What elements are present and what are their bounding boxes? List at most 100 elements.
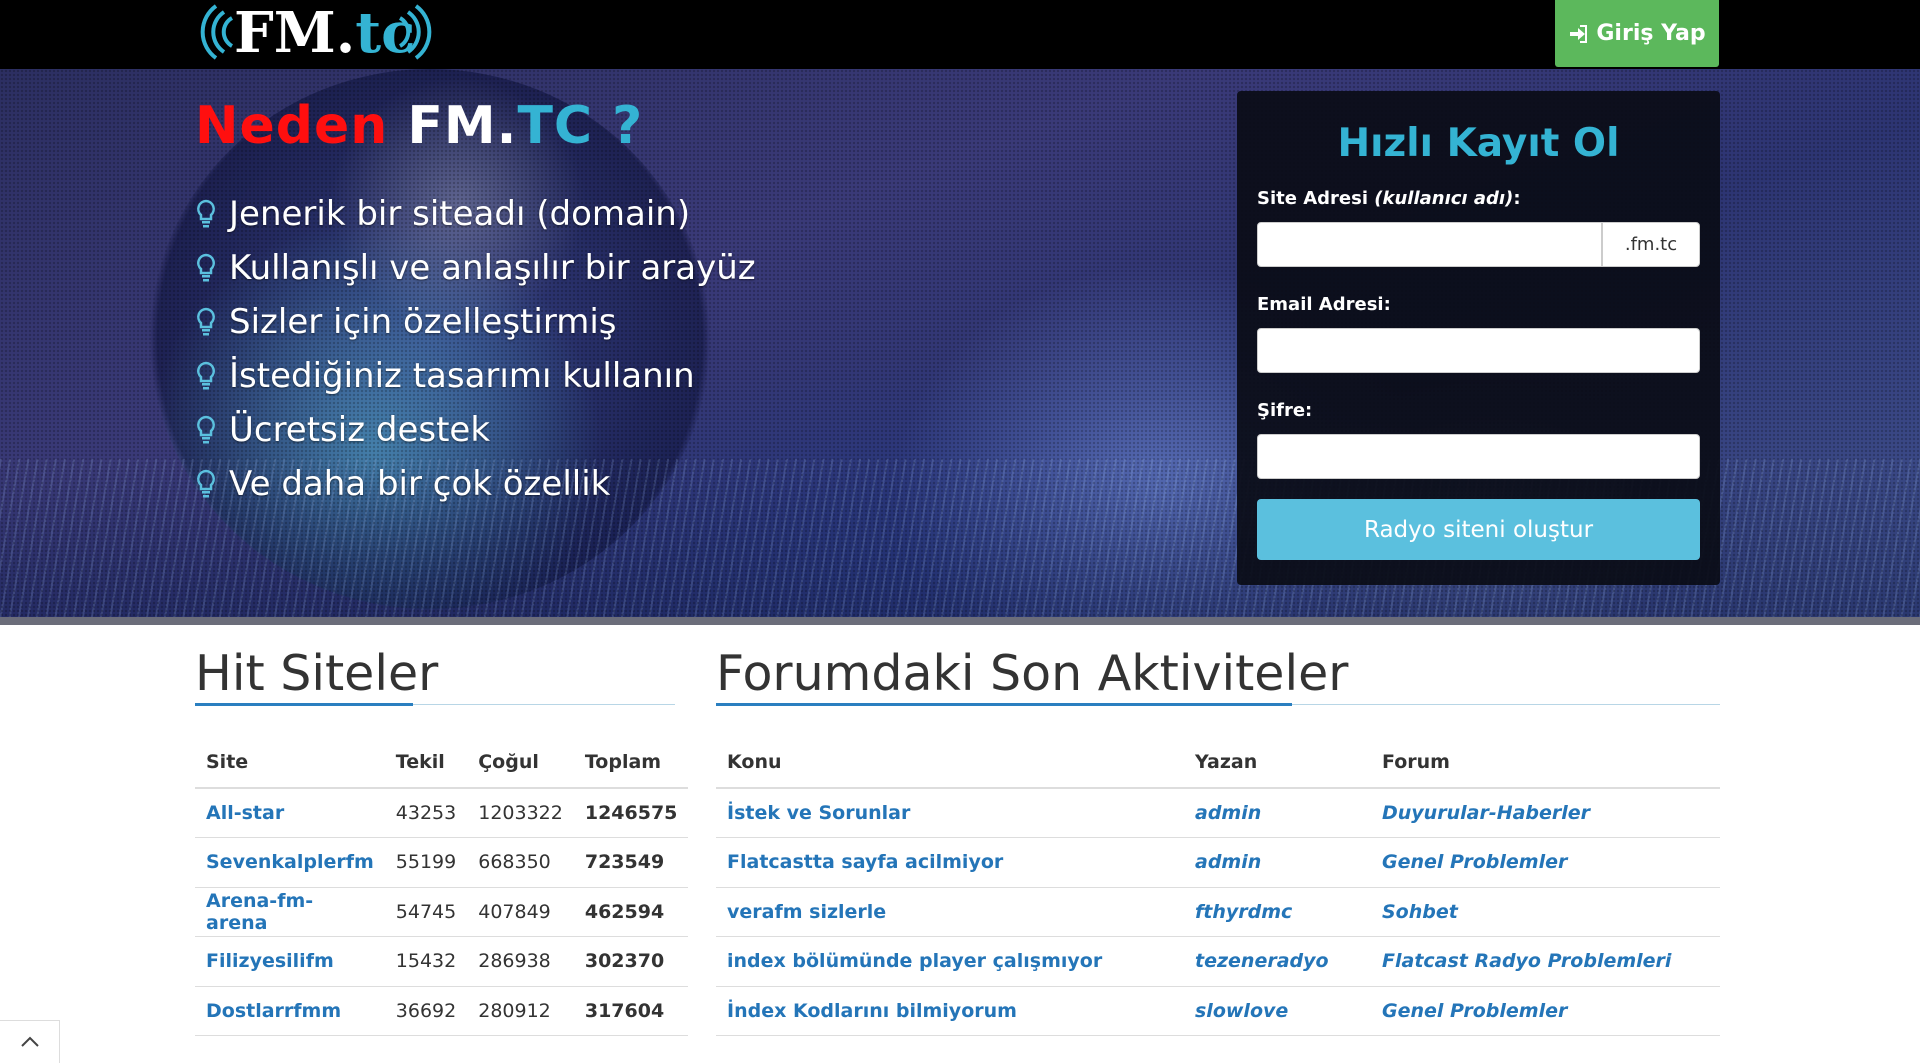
forum-link[interactable]: Duyurular-Haberler	[1382, 802, 1590, 824]
tekil-cell: 43253	[384, 788, 468, 838]
table-row: İndex Kodlarını bilmiyorum slowlove Gene…	[716, 986, 1720, 1036]
feature-item: Ve daha bir çok özellik	[195, 457, 756, 511]
site-suffix-addon: .fm.tc	[1602, 222, 1700, 267]
topic-link[interactable]: index bölümünde player çalışmıyor	[727, 950, 1102, 972]
author-link[interactable]: admin	[1195, 851, 1261, 873]
forum-link[interactable]: Flatcast Radyo Problemleri	[1382, 950, 1671, 972]
cogul-cell: 668350	[467, 837, 574, 888]
hit-sites-title: Hit Siteler	[195, 645, 439, 702]
feature-item: Ücretsiz destek	[195, 403, 756, 457]
column-header-cogul: Çoğul	[467, 737, 574, 789]
password-label: Şifre:	[1257, 400, 1313, 421]
tekil-cell: 15432	[384, 936, 468, 987]
hit-sites-accent	[195, 703, 413, 706]
cogul-cell: 280912	[467, 986, 574, 1036]
lightbulb-icon	[197, 307, 215, 336]
tekil-cell: 55199	[384, 837, 468, 888]
scroll-to-top-button[interactable]	[0, 1020, 60, 1063]
forum-activity-title: Forumdaki Son Aktiviteler	[716, 645, 1349, 702]
toplam-cell: 462594	[573, 887, 689, 937]
site-link[interactable]: Arena-fm-arena	[206, 890, 313, 934]
logo-text: FM.tc	[234, 0, 416, 66]
lightbulb-icon	[197, 253, 215, 282]
author-link[interactable]: fthyrdmc	[1195, 901, 1292, 923]
table-row: index bölümünde player çalışmıyor tezene…	[716, 936, 1720, 987]
site-address-label: Site Adresi (kullanıcı adı):	[1257, 188, 1521, 209]
quick-register-panel: Hızlı Kayıt Ol Site Adresi (kullanıcı ad…	[1237, 91, 1720, 585]
headline-word-neden: Neden	[195, 96, 389, 156]
create-radio-site-button[interactable]: Radyo siteni oluştur	[1257, 499, 1700, 560]
headline-word-fm: FM.	[407, 96, 518, 156]
author-link[interactable]: tezeneradyo	[1195, 950, 1329, 972]
forum-link[interactable]: Genel Problemler	[1382, 851, 1567, 873]
password-input[interactable]	[1257, 434, 1700, 479]
lightbulb-icon	[197, 199, 215, 228]
lightbulb-icon	[197, 469, 215, 498]
column-header-toplam: Toplam	[573, 737, 689, 789]
topic-link[interactable]: Flatcastta sayfa acilmiyor	[727, 851, 1003, 873]
feature-text: Jenerik bir siteadı (domain)	[229, 194, 691, 234]
tekil-cell: 36692	[384, 986, 468, 1036]
topic-link[interactable]: verafm sizlerle	[727, 901, 886, 923]
register-title: Hızlı Kayıt Ol	[1337, 121, 1620, 166]
table-row: Filizyesilifm 15432 286938 302370	[195, 936, 689, 987]
topic-link[interactable]: İstek ve Sorunlar	[727, 802, 910, 824]
login-button[interactable]: Giriş Yap	[1555, 0, 1719, 67]
sign-in-icon	[1570, 24, 1588, 43]
site-link[interactable]: Filizyesilifm	[206, 950, 334, 972]
site-link[interactable]: All-star	[206, 802, 284, 824]
toplam-cell: 1246575	[573, 788, 689, 838]
column-header-forum: Forum	[1371, 737, 1720, 789]
feature-item: Kullanışlı ve anlaşılır bir arayüz	[195, 241, 756, 295]
feature-text: Ve daha bir çok özellik	[229, 464, 611, 504]
chevron-up-icon	[20, 1036, 39, 1047]
toplam-cell: 723549	[573, 837, 689, 888]
table-row: Flatcastta sayfa acilmiyor admin Genel P…	[716, 837, 1720, 888]
feature-text: Kullanışlı ve anlaşılır bir arayüz	[229, 248, 756, 288]
author-link[interactable]: admin	[1195, 802, 1261, 824]
table-row: İstek ve Sorunlar admin Duyurular-Haberl…	[716, 788, 1720, 838]
forum-link[interactable]: Sohbet	[1382, 901, 1458, 923]
forum-activity-accent	[716, 703, 1292, 706]
hero-divider	[0, 617, 1920, 625]
toplam-cell: 302370	[573, 936, 689, 987]
lightbulb-icon	[197, 361, 215, 390]
table-row: Sevenkalplerfm 55199 668350 723549	[195, 837, 689, 888]
hit-sites-table: Site Tekil Çoğul Toplam All-star 43253 1…	[195, 737, 689, 1036]
feature-text: Ücretsiz destek	[229, 410, 491, 450]
cogul-cell: 1203322	[467, 788, 574, 838]
table-row: All-star 43253 1203322 1246575	[195, 788, 689, 838]
feature-text: İstediğiniz tasarımı kullanın	[229, 356, 695, 396]
column-header-tekil: Tekil	[384, 737, 468, 789]
table-row: Dostlarrfmm 36692 280912 317604	[195, 986, 689, 1036]
feature-item: Sizler için özelleştirmiş	[195, 295, 756, 349]
site-address-input[interactable]	[1257, 222, 1602, 267]
headline-word-tc: TC ?	[517, 96, 644, 156]
site-link[interactable]: Sevenkalplerfm	[206, 851, 374, 873]
cogul-cell: 407849	[467, 887, 574, 937]
feature-item: Jenerik bir siteadı (domain)	[195, 187, 756, 241]
feature-text: Sizler için özelleştirmiş	[229, 302, 617, 342]
forum-activity-table: Konu Yazan Forum İstek ve Sorunlar admin…	[716, 737, 1720, 1036]
feature-list: Jenerik bir siteadı (domain) Kullanışlı …	[195, 187, 756, 511]
table-row: verafm sizlerle fthyrdmc Sohbet	[716, 887, 1720, 937]
email-input[interactable]	[1257, 328, 1700, 373]
table-header-row: Konu Yazan Forum	[716, 737, 1720, 789]
site-link[interactable]: Dostlarrfmm	[206, 1000, 341, 1022]
hero-headline: Neden FM.TC ?	[195, 96, 643, 156]
lightbulb-icon	[197, 415, 215, 444]
topic-link[interactable]: İndex Kodlarını bilmiyorum	[727, 1000, 1017, 1022]
toplam-cell: 317604	[573, 986, 689, 1036]
feature-item: İstediğiniz tasarımı kullanın	[195, 349, 756, 403]
cogul-cell: 286938	[467, 936, 574, 987]
tekil-cell: 54745	[384, 887, 468, 937]
login-label: Giriş Yap	[1596, 21, 1706, 46]
email-label: Email Adresi:	[1257, 294, 1391, 315]
site-logo[interactable]: FM.tc	[194, 0, 454, 68]
forum-link[interactable]: Genel Problemler	[1382, 1000, 1567, 1022]
table-row: Arena-fm-arena 54745 407849 462594	[195, 887, 689, 937]
top-navbar: FM.tc Giriş Yap	[0, 0, 1920, 69]
table-header-row: Site Tekil Çoğul Toplam	[195, 737, 689, 789]
author-link[interactable]: slowlove	[1195, 1000, 1288, 1022]
column-header-konu: Konu	[716, 737, 1184, 789]
